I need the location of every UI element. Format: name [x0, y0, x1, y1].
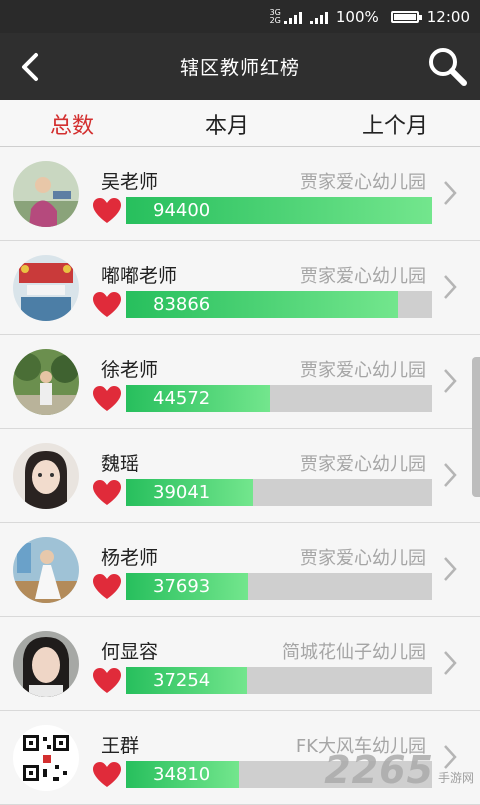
chevron-right-icon	[444, 651, 457, 675]
teacher-list: 吴老师 贾家爱心幼儿园 94400 嘟嘟老师 贾家爱心幼儿园 83866 徐老师…	[0, 147, 480, 805]
heart-icon	[93, 574, 121, 599]
search-icon	[429, 48, 467, 86]
page-title: 辖区教师红榜	[179, 57, 300, 79]
scrollbar[interactable]	[472, 357, 480, 497]
qr-code-icon	[13, 725, 79, 791]
tab-last-month[interactable]: 上个月	[362, 108, 428, 140]
avatar	[13, 537, 79, 603]
watermark-number: 2265	[324, 748, 434, 792]
signal-icon	[283, 10, 302, 24]
score-value: 34810	[153, 764, 211, 785]
teacher-row[interactable]: 杨老师 贾家爱心幼儿园 37693	[0, 523, 480, 617]
heart-icon	[93, 386, 121, 411]
teacher-row[interactable]: 嘟嘟老师 贾家爱心幼儿园 83866	[0, 241, 480, 335]
teacher-row[interactable]: 徐老师 贾家爱心幼儿园 44572	[0, 335, 480, 429]
avatar	[13, 161, 79, 227]
title-bar: 辖区教师红榜	[0, 33, 480, 100]
score-value: 37693	[153, 576, 211, 597]
watermark-site: 手游网	[437, 771, 474, 785]
score-bar: 37254	[126, 667, 432, 694]
watermark-logo: 2265 手游网	[324, 746, 474, 792]
school-name: 贾家爱心幼儿园	[300, 548, 426, 569]
network-type: 3G 2G	[269, 8, 281, 25]
score-bar: 39041	[126, 479, 432, 506]
chevron-right-icon	[444, 275, 457, 299]
heart-icon	[93, 480, 121, 505]
tab-total[interactable]: 总数	[50, 108, 94, 140]
search-button[interactable]	[426, 45, 468, 87]
teacher-row[interactable]: 吴老师 贾家爱心幼儿园 94400	[0, 147, 480, 241]
signal-icon-2	[309, 10, 328, 24]
photo-woman-outdoor-icon	[13, 161, 79, 227]
chevron-right-icon	[444, 181, 457, 205]
teacher-name: 徐老师	[101, 359, 159, 381]
heart-icon	[93, 668, 121, 693]
tab-this-month[interactable]: 本月	[205, 108, 249, 140]
photo-woman-selfie-icon	[13, 631, 79, 697]
school-name: 贾家爱心幼儿园	[300, 454, 426, 475]
chevron-right-icon	[444, 369, 457, 393]
score-bar: 44572	[126, 385, 432, 412]
battery-icon	[390, 10, 422, 23]
network-2g-label: 2G	[269, 15, 281, 25]
avatar	[13, 255, 79, 321]
photo-girl-portrait-icon	[13, 443, 79, 509]
photo-decorated-room-icon	[13, 255, 79, 321]
teacher-name: 杨老师	[101, 547, 159, 569]
heart-icon	[93, 292, 121, 317]
avatar	[13, 349, 79, 415]
clock: 12:00	[426, 7, 470, 26]
photo-woman-white-dress-icon	[13, 537, 79, 603]
teacher-name: 魏瑶	[101, 453, 140, 475]
score-bar: 94400	[126, 197, 432, 224]
period-tabs: 总数 本月 上个月	[0, 100, 480, 147]
school-name: 贾家爱心幼儿园	[300, 172, 426, 193]
avatar	[13, 443, 79, 509]
score-value: 44572	[153, 388, 211, 409]
avatar	[13, 631, 79, 697]
heart-icon	[93, 198, 121, 223]
school-name: 贾家爱心幼儿园	[300, 360, 426, 381]
score-bar: 83866	[126, 291, 432, 318]
status-bar: 3G 2G 100% 12:00	[0, 0, 480, 33]
score-bar: 37693	[126, 573, 432, 600]
score-value: 37254	[153, 670, 211, 691]
score-value: 39041	[153, 482, 211, 503]
heart-icon	[93, 762, 121, 787]
teacher-row[interactable]: 魏瑶 贾家爱心幼儿园 39041	[0, 429, 480, 523]
teacher-name: 何显容	[101, 641, 159, 663]
avatar	[13, 725, 79, 791]
teacher-name: 王群	[101, 735, 140, 757]
school-name: 简城花仙子幼儿园	[282, 642, 426, 663]
photo-person-trees-icon	[13, 349, 79, 415]
school-name: 贾家爱心幼儿园	[300, 266, 426, 287]
chevron-right-icon	[444, 463, 457, 487]
teacher-name: 嘟嘟老师	[101, 265, 178, 287]
teacher-name: 吴老师	[101, 171, 159, 193]
score-value: 94400	[153, 200, 211, 221]
battery-percent: 100%	[335, 7, 379, 26]
teacher-row[interactable]: 何显容 简城花仙子幼儿园 37254	[0, 617, 480, 711]
score-value: 83866	[153, 294, 211, 315]
chevron-right-icon	[444, 557, 457, 581]
